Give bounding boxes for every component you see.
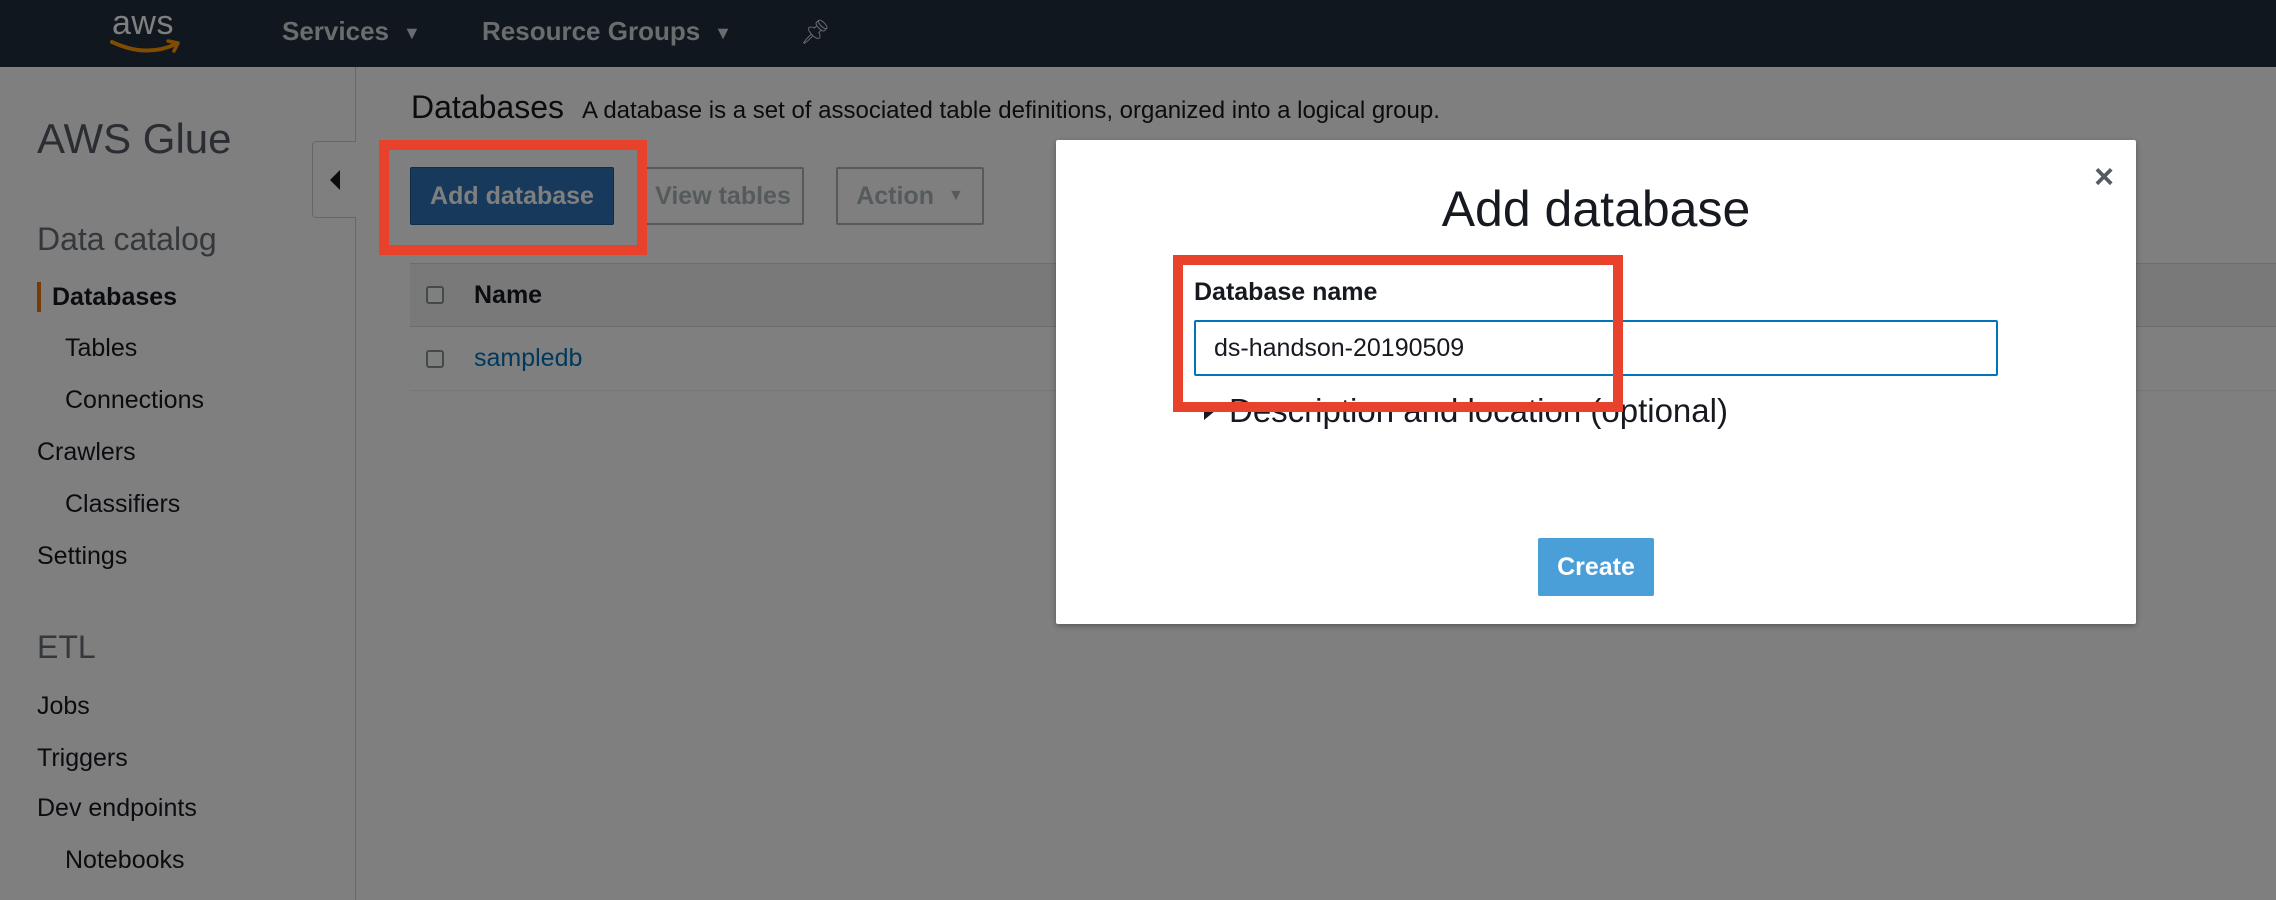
dialog-title: Add database bbox=[1441, 181, 1751, 237]
caret-right-icon bbox=[1204, 402, 1215, 420]
expander-label: Description and location (optional) bbox=[1229, 392, 1728, 429]
description-location-expander[interactable]: Description and location (optional) bbox=[1204, 392, 1728, 430]
database-name-input[interactable] bbox=[1194, 320, 1998, 376]
create-button[interactable]: Create bbox=[1538, 538, 1654, 596]
database-name-label: Database name bbox=[1194, 278, 1378, 306]
add-database-dialog: × Add database Database name Description… bbox=[1056, 140, 2136, 624]
